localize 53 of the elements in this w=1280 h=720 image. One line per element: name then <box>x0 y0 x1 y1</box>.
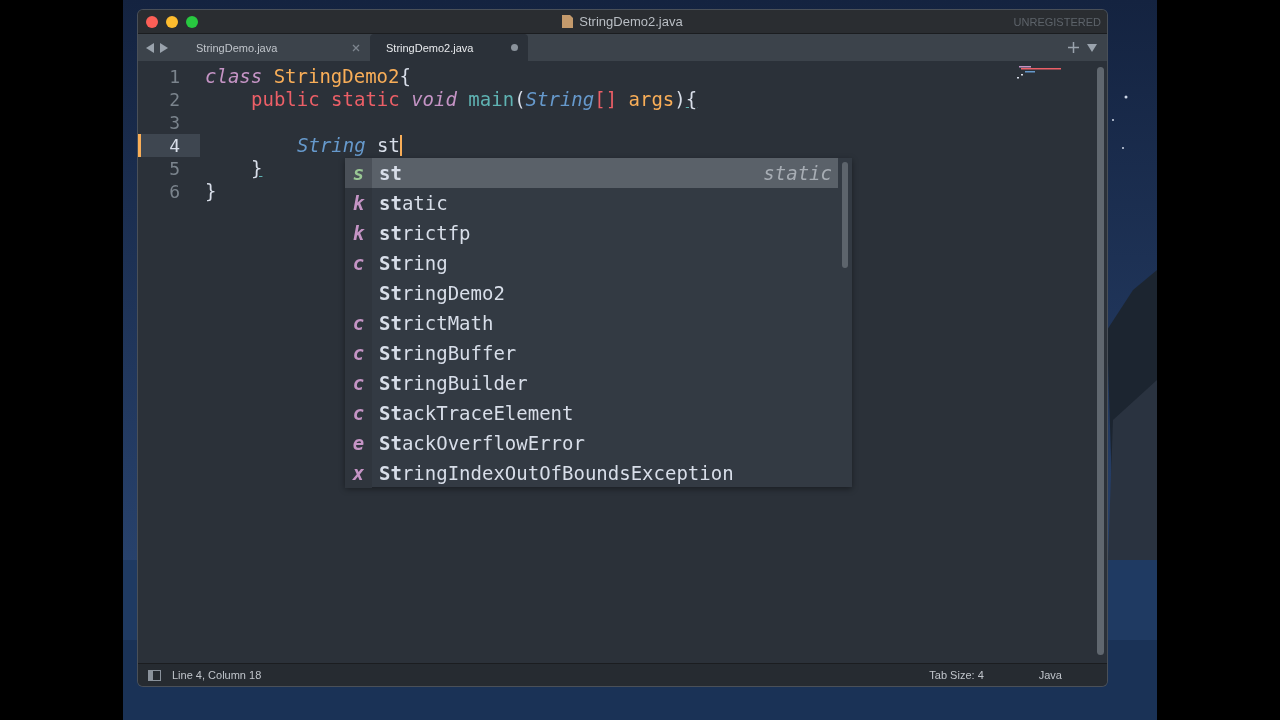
registration-label: UNREGISTERED <box>1013 15 1101 28</box>
line-number: 5 <box>168 157 181 180</box>
completion-item[interactable]: c StackTraceElement <box>345 398 838 428</box>
file-icon <box>562 15 574 28</box>
line-number: 4 <box>138 134 200 157</box>
completion-item[interactable]: c StringBuilder <box>345 368 838 398</box>
code-token: class <box>205 65 263 88</box>
minimize-button[interactable] <box>166 15 178 28</box>
code-token: { <box>399 65 411 88</box>
close-button[interactable] <box>146 15 158 28</box>
code-token: ( <box>514 88 526 111</box>
syntax-setting[interactable]: Java <box>1038 669 1062 681</box>
completion-item[interactable]: k strictfp <box>345 218 838 248</box>
line-number: 1 <box>168 65 181 88</box>
completion-item[interactable]: k static <box>345 188 838 218</box>
completion-item[interactable]: e StackOverflowError <box>345 428 838 458</box>
code-token: { <box>685 88 698 111</box>
code-token: ) <box>674 88 686 111</box>
file-tab[interactable]: StringDemo2.java <box>370 34 528 61</box>
completion-item[interactable]: StringDemo2 <box>345 278 838 308</box>
dropdown-icon[interactable] <box>1087 43 1097 52</box>
scrollbar[interactable] <box>1097 67 1104 655</box>
code-token: void <box>410 88 457 111</box>
code-token: String <box>297 134 366 157</box>
completion-item[interactable]: c StringBuffer <box>345 338 838 368</box>
zoom-button[interactable] <box>186 15 198 28</box>
code-token: args <box>627 88 675 111</box>
code-token: st <box>376 134 400 157</box>
completion-item[interactable]: s st static <box>345 158 838 188</box>
code-token: static <box>330 88 400 111</box>
close-icon[interactable] <box>352 43 360 52</box>
line-number: 6 <box>168 180 181 203</box>
code-token: } <box>251 157 263 180</box>
completion-item[interactable]: c StrictMath <box>345 308 838 338</box>
scrollbar-thumb[interactable] <box>842 162 848 268</box>
code-token: main <box>467 88 515 111</box>
cursor-position: Line 4, Column 18 <box>172 669 262 681</box>
code-token: public <box>251 88 320 111</box>
window-title: StringDemo2.java <box>579 14 683 29</box>
file-tab[interactable]: StringDemo.java <box>180 34 370 61</box>
back-arrow-icon[interactable] <box>146 42 155 53</box>
plus-icon[interactable] <box>1068 42 1079 53</box>
code-token: } <box>205 180 217 203</box>
code-token: String <box>525 88 595 111</box>
completion-item[interactable]: x StringIndexOutOfBoundsException <box>345 458 838 488</box>
line-number: 2 <box>168 88 181 111</box>
completion-item[interactable]: c String <box>345 248 838 278</box>
tab-size-setting[interactable]: Tab Size: 4 <box>929 669 984 681</box>
code-token: [] <box>594 88 618 111</box>
code-token: StringDemo2 <box>272 65 400 88</box>
line-number: 3 <box>168 111 181 134</box>
forward-arrow-icon[interactable] <box>159 42 168 53</box>
sidebar-toggle-icon[interactable] <box>148 669 161 681</box>
